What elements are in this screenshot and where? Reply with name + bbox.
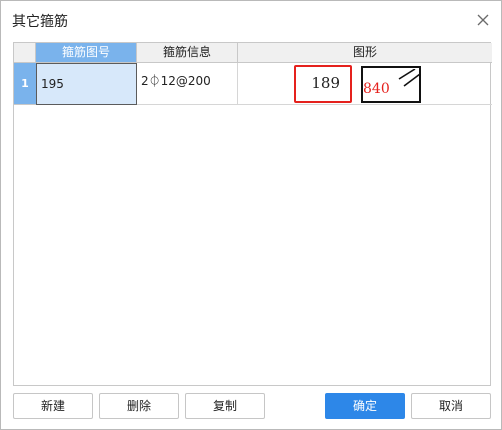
figure-no-cell[interactable]: 195	[36, 63, 137, 105]
copy-button[interactable]: 复制	[185, 393, 265, 419]
hook-icon	[398, 69, 421, 87]
title-bar: 其它箍筋	[1, 1, 501, 37]
column-header-figure-no[interactable]: 箍筋图号	[36, 43, 137, 63]
stirrup-table: 箍筋图号 箍筋信息 图形 1 195 2⏀12@200 189 840	[13, 42, 492, 386]
new-button[interactable]: 新建	[13, 393, 93, 419]
cancel-button[interactable]: 取消	[411, 393, 491, 419]
column-header-info[interactable]: 箍筋信息	[137, 43, 238, 63]
table-corner-header[interactable]	[14, 43, 36, 63]
row-number[interactable]: 1	[14, 63, 36, 105]
column-header-shape[interactable]: 图形	[238, 43, 492, 63]
dialog-title: 其它箍筋	[12, 14, 68, 30]
delete-button[interactable]: 删除	[99, 393, 179, 419]
shape-value-b[interactable]: 840	[363, 80, 390, 98]
stirrup-shape-drawing: 840	[361, 66, 421, 103]
stirrup-info-cell[interactable]: 2⏀12@200	[137, 63, 238, 105]
ok-button[interactable]: 确定	[325, 393, 405, 419]
close-icon	[477, 14, 489, 26]
other-stirrup-dialog: 其它箍筋 箍筋图号 箍筋信息 图形 1 195 2⏀12@200 189 840	[0, 0, 502, 430]
shape-value-a-box[interactable]: 189	[294, 65, 352, 103]
shape-cell[interactable]: 189 840	[238, 63, 492, 105]
close-button[interactable]	[473, 10, 493, 30]
